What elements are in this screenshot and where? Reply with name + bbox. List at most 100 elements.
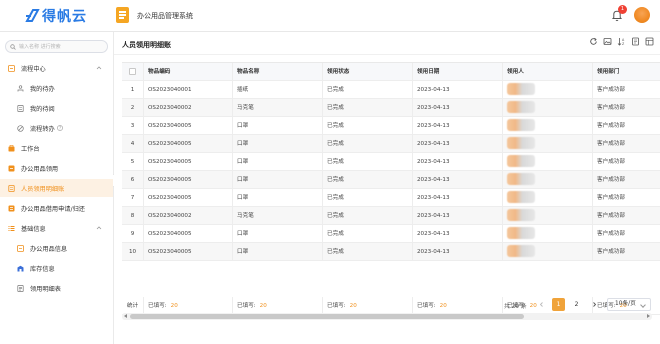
export-icon[interactable] — [631, 37, 640, 46]
row-number-cell: 7 — [122, 189, 144, 207]
image-icon[interactable] — [603, 37, 612, 46]
transfer-icon — [17, 124, 24, 132]
user-avatar[interactable] — [634, 7, 650, 23]
redacted-name — [507, 173, 535, 185]
status-cell: 已完成 — [323, 117, 413, 135]
column-settings-icon[interactable] — [645, 37, 654, 46]
detail-icon — [17, 284, 24, 292]
sidebar-item-workbench[interactable]: 工作台 — [0, 139, 113, 157]
table-row[interactable]: 7 OS2023040005 口罩 已完成 2023-04-13 客户成功部 — [122, 189, 660, 207]
scrollbar-thumb[interactable] — [130, 314, 524, 319]
data-table: 物品编码 物品名称 领用状态 领用日期 领用人 领用部门 1 OS20230400… — [122, 62, 660, 316]
summary-filled-label: 已填写: — [148, 303, 167, 309]
item-code-cell: OS2023040005 — [144, 153, 233, 171]
department-cell: 客户成功部 — [593, 207, 660, 225]
item-name-cell: 口罩 — [233, 225, 323, 243]
page-button-1[interactable]: 1 — [552, 298, 565, 311]
table-row[interactable]: 10 OS2023040005 口罩 已完成 2023-04-13 客户成功部 — [122, 243, 660, 261]
search-input[interactable] — [19, 42, 104, 52]
redacted-name — [507, 155, 535, 167]
sidebar-item-flow-center[interactable]: 流程中心 — [0, 59, 113, 77]
search-icon — [10, 43, 16, 50]
refresh-icon[interactable] — [589, 37, 598, 46]
sidebar-item-office-receive[interactable]: 办公用品领用 — [0, 159, 113, 177]
sidebar-item-person-ledger[interactable]: 人员领用明细账 — [0, 179, 113, 197]
scroll-left-icon[interactable] — [124, 314, 127, 318]
notification-badge: 1 — [618, 5, 627, 14]
help-icon[interactable]: ? — [57, 125, 63, 131]
receiver-cell — [503, 189, 593, 207]
item-name-cell: 马克笔 — [233, 99, 323, 117]
table-row[interactable]: 4 OS2023040005 口罩 已完成 2023-04-13 客户成功部 — [122, 135, 660, 153]
main-content: 人员领用明细账 AZ 物品编码 物品名称 领用状态 领用日期 领用人 领用部门 … — [114, 32, 660, 344]
receiver-cell — [503, 135, 593, 153]
column-header[interactable]: 物品编码 — [144, 63, 233, 81]
column-header[interactable]: 领用部门 — [593, 63, 660, 81]
sidebar-item-borrow-return[interactable]: 办公用品借用申请/归还 — [0, 199, 113, 217]
item-code-cell: OS2023040005 — [144, 189, 233, 207]
app-logo[interactable]: 得帆云 — [24, 6, 87, 26]
redacted-name — [507, 209, 535, 221]
scroll-right-icon[interactable] — [647, 314, 650, 318]
sidebar-item-label: 办公用品借用申请/归还 — [21, 205, 85, 213]
sidebar-item-label: 流程转办 — [30, 125, 55, 133]
redacted-name — [507, 119, 535, 131]
column-header[interactable]: 领用状态 — [323, 63, 413, 81]
summary-count: 20 — [170, 303, 178, 309]
table-row[interactable]: 1 OS2023040001 插纸 已完成 2023-04-13 客户成功部 — [122, 81, 660, 99]
redacted-name — [507, 101, 535, 113]
date-cell: 2023-04-13 — [413, 189, 503, 207]
status-cell: 已完成 — [323, 171, 413, 189]
sidebar-item-flow-transfer[interactable]: 流程转办 ? — [0, 119, 113, 137]
prev-page-button[interactable] — [535, 298, 548, 311]
next-page-button[interactable] — [588, 298, 601, 311]
sidebar-item-label: 流程中心 — [21, 65, 46, 73]
ledger-icon — [8, 184, 15, 192]
table-row[interactable]: 2 OS2023040002 马克笔 已完成 2023-04-13 客户成功部 — [122, 99, 660, 117]
system-icon — [116, 7, 129, 23]
sidebar-item-office-info[interactable]: 办公用品信息 — [0, 239, 113, 257]
summary-filled-label: 已填写: — [237, 303, 256, 309]
table-row[interactable]: 3 OS2023040005 口罩 已完成 2023-04-13 客户成功部 — [122, 117, 660, 135]
sidebar-item-basic-info[interactable]: 基础信息 — [0, 219, 113, 237]
date-cell: 2023-04-13 — [413, 117, 503, 135]
sidebar-item-label: 人员领用明细账 — [21, 185, 65, 193]
select-all-checkbox[interactable] — [129, 67, 136, 75]
table-row[interactable]: 9 OS2023040005 口罩 已完成 2023-04-13 客户成功部 — [122, 225, 660, 243]
date-cell: 2023-04-13 — [413, 225, 503, 243]
table-row[interactable]: 6 OS2023040005 口罩 已完成 2023-04-13 客户成功部 — [122, 171, 660, 189]
horizontal-scrollbar[interactable] — [122, 313, 652, 320]
sidebar-item-stock-info[interactable]: 库存信息 — [0, 259, 113, 277]
department-cell: 客户成功部 — [593, 171, 660, 189]
status-cell: 已完成 — [323, 81, 413, 99]
todo-icon — [17, 84, 24, 91]
sidebar-item-my-todo[interactable]: 我的待办 — [0, 79, 113, 97]
workbench-icon — [8, 144, 15, 151]
svg-text:Z: Z — [622, 42, 625, 46]
column-header[interactable]: 物品名称 — [233, 63, 323, 81]
department-cell: 客户成功部 — [593, 153, 660, 171]
item-code-cell: OS2023040002 — [144, 207, 233, 225]
logo-icon — [25, 9, 40, 22]
table-row[interactable]: 8 OS2023040002 马克笔 已完成 2023-04-13 客户成功部 — [122, 207, 660, 225]
chevron-up-icon[interactable] — [96, 65, 102, 71]
row-number-cell: 8 — [122, 207, 144, 225]
page-button-2[interactable]: 2 — [570, 298, 583, 311]
sidebar-item-label: 领用明细表 — [30, 285, 61, 293]
sort-icon[interactable]: AZ — [617, 37, 626, 46]
column-header[interactable]: 领用日期 — [413, 63, 503, 81]
page-size-select[interactable]: 10条/页 — [607, 298, 651, 311]
chevron-left-icon — [539, 302, 543, 307]
chevron-up-icon[interactable] — [96, 225, 102, 231]
receiver-cell — [503, 117, 593, 135]
table-row[interactable]: 5 OS2023040005 口罩 已完成 2023-04-13 客户成功部 — [122, 153, 660, 171]
row-number-cell: 5 — [122, 153, 144, 171]
sidebar-item-receive-detail[interactable]: 领用明细表 — [0, 279, 113, 297]
sidebar-item-label: 库存信息 — [30, 265, 55, 273]
receiver-cell — [503, 225, 593, 243]
divider — [114, 54, 660, 55]
column-header[interactable]: 领用人 — [503, 63, 593, 81]
status-cell: 已完成 — [323, 189, 413, 207]
table-header-row: 物品编码 物品名称 领用状态 领用日期 领用人 领用部门 — [122, 63, 660, 81]
sidebar-item-my-read[interactable]: 我的待阅 — [0, 99, 113, 117]
